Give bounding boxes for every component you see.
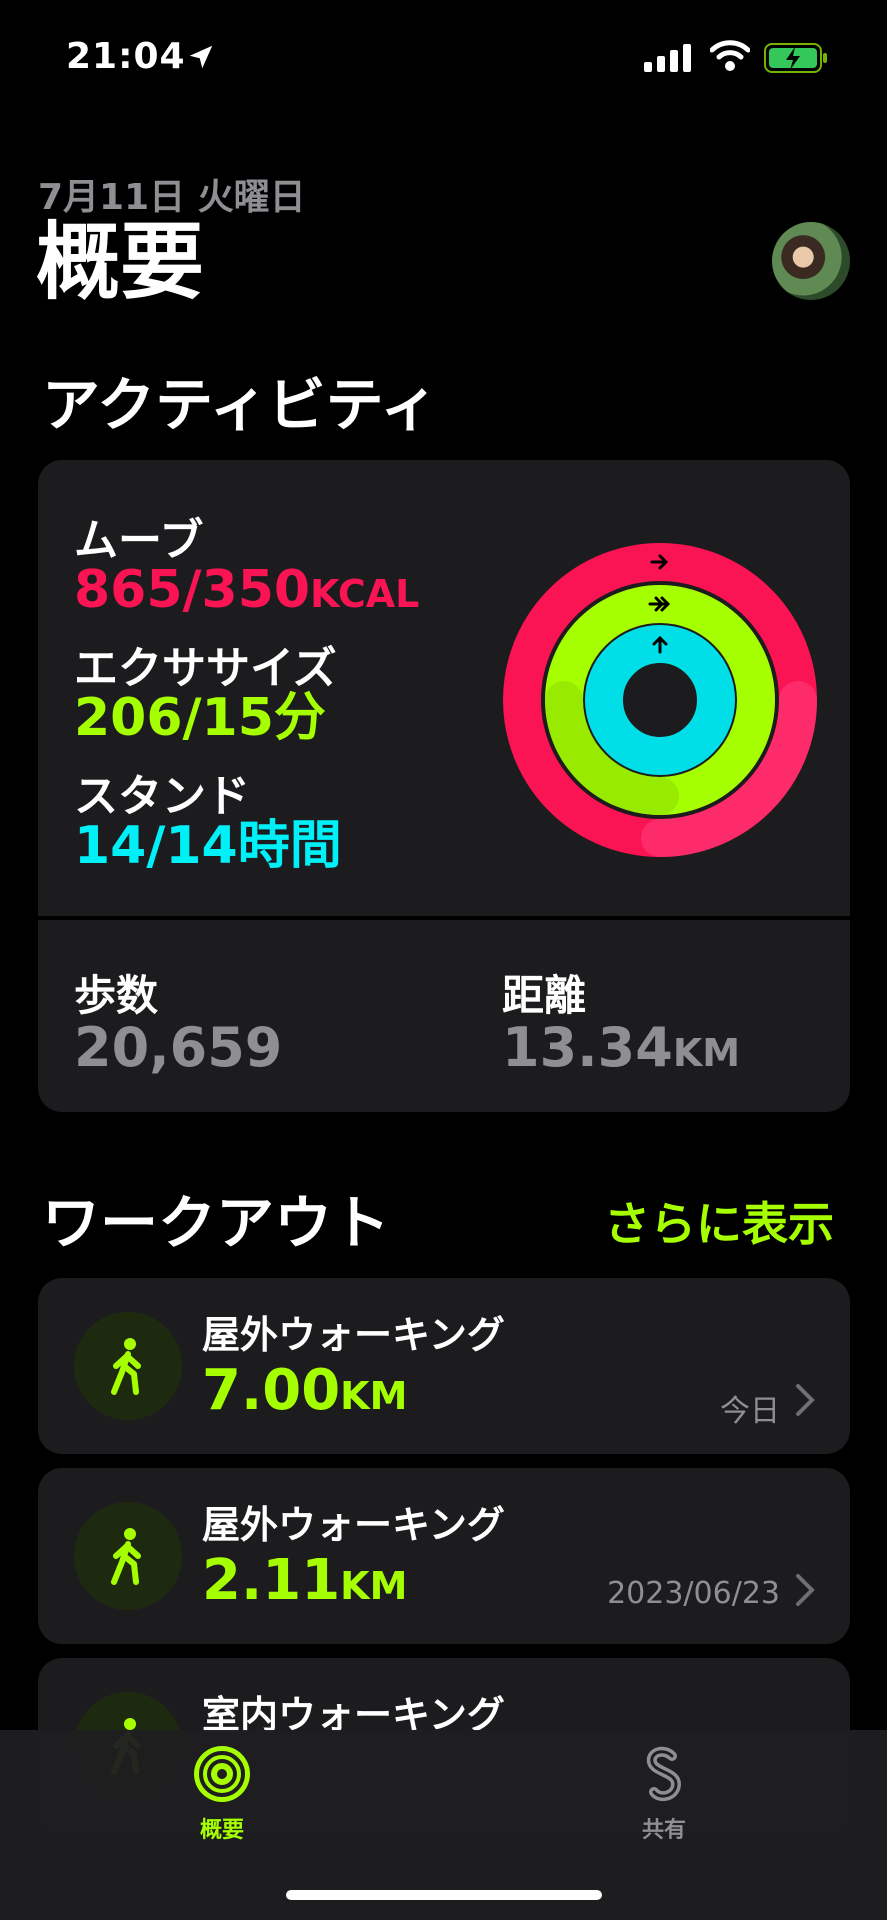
workout-date: 2023/06/23: [607, 1576, 780, 1611]
workout-date: 今日: [720, 1394, 780, 1429]
distance-number: 13.34: [502, 1016, 673, 1079]
stand-value: 14/14時間: [74, 816, 342, 876]
tab-summary-label: 概要: [199, 1818, 244, 1843]
workouts-section-title: ワークアウト: [42, 1189, 391, 1257]
exercise-value-number: 206/15: [74, 688, 274, 748]
workout-name: 屋外ウォーキング: [202, 1503, 505, 1547]
exercise-label: エクササイズ: [74, 643, 337, 694]
activity-section-title: アクティビティ: [42, 371, 439, 439]
workout-row[interactable]: 屋外ウォーキング 2.11KM 2023/06/23: [38, 1468, 850, 1644]
card-divider: [38, 916, 850, 920]
workout-distance-unit: KM: [340, 1374, 408, 1418]
stand-value-number: 14/14: [74, 816, 238, 876]
steps-label: 歩数: [74, 971, 159, 1020]
avatar[interactable]: [772, 222, 850, 300]
workout-distance-unit: KM: [340, 1564, 408, 1608]
move-label: ムーブ: [74, 515, 204, 566]
chevron-right-icon: [796, 1384, 815, 1416]
page-title: 概要: [36, 213, 205, 311]
steps-value: 20,659: [74, 1016, 283, 1079]
distance-unit: KM: [672, 1031, 741, 1075]
stand-unit: 時間: [237, 816, 342, 876]
battery-charging-icon: [764, 43, 827, 73]
cellular-signal-icon: [644, 44, 691, 72]
walking-figure-icon: [111, 1338, 141, 1395]
stand-label: スタンド: [74, 771, 250, 822]
activity-rings: [503, 543, 817, 857]
status-time: 21:04: [66, 36, 186, 77]
tab-sharing-label: 共有: [641, 1818, 686, 1843]
workout-distance: 7.00KM: [202, 1358, 407, 1423]
walking-icon-badge: [74, 1502, 182, 1610]
workout-distance-number: 7.00: [202, 1358, 341, 1423]
tab-summary[interactable]: 概要: [142, 1744, 302, 1844]
wifi-icon: [710, 40, 750, 71]
activity-card[interactable]: ムーブ 865/350KCAL エクササイズ 206/15分 スタンド 14/1…: [38, 460, 850, 1112]
sharing-icon: [646, 1746, 682, 1802]
move-value: 865/350KCAL: [74, 560, 419, 624]
exercise-value: 206/15分: [74, 688, 326, 748]
walking-icon-badge: [74, 1312, 182, 1420]
workout-distance-number: 2.11: [202, 1548, 341, 1613]
tab-sharing[interactable]: 共有: [584, 1744, 744, 1844]
show-more-link[interactable]: さらに表示: [604, 1188, 834, 1254]
stand-ring: [585, 625, 735, 775]
move-unit: KCAL: [310, 572, 420, 616]
workout-distance: 2.11KM: [202, 1548, 407, 1613]
location-arrow-icon: [189, 45, 213, 69]
distance-label: 距離: [502, 971, 587, 1020]
exercise-unit: 分: [273, 688, 326, 748]
workout-row[interactable]: 屋外ウォーキング 7.00KM 今日: [38, 1278, 850, 1454]
move-value-number: 865/350: [74, 560, 311, 620]
home-indicator[interactable]: [286, 1890, 602, 1900]
workout-name: 屋外ウォーキング: [202, 1313, 505, 1357]
distance-value: 13.34KM: [502, 1016, 740, 1079]
chevron-right-icon: [796, 1574, 815, 1606]
summary-rings-icon: [194, 1746, 250, 1802]
walking-figure-icon: [111, 1528, 141, 1585]
